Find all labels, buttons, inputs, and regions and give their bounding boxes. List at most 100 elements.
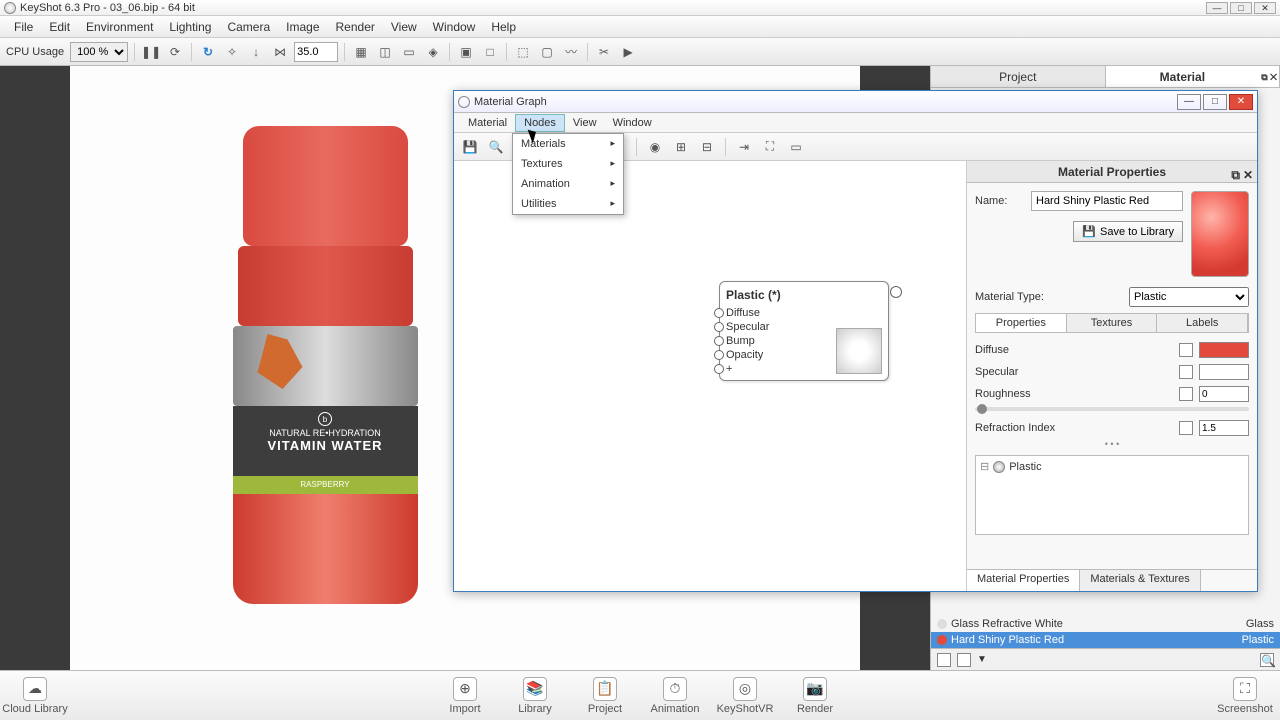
window-icon[interactable]: ▭ — [399, 42, 419, 62]
roughness-input[interactable] — [1199, 386, 1249, 402]
input-port[interactable] — [714, 336, 724, 346]
screenshot-button[interactable]: ⛶Screenshot — [1210, 677, 1280, 715]
input-port[interactable] — [714, 308, 724, 318]
material-graph-titlebar[interactable]: Material Graph — □ ✕ — [454, 91, 1257, 113]
material-graph-canvas[interactable]: Plastic (*) Diffuse Specular Bump Opacit… — [454, 161, 967, 591]
tab-materials-textures[interactable]: Materials & Textures — [1080, 570, 1200, 591]
keyshotvr-button[interactable]: ◎KeyShotVR — [710, 677, 780, 715]
mg-minimize-button[interactable]: — — [1177, 94, 1201, 110]
minimize-button[interactable]: — — [1206, 2, 1228, 14]
mg-close-button[interactable]: ✕ — [1229, 94, 1253, 110]
box-icon[interactable]: □ — [480, 42, 500, 62]
tree-item[interactable]: ⊟ Plastic — [980, 460, 1244, 473]
align-icon[interactable]: ⇥ — [734, 137, 754, 157]
fit-icon[interactable]: ⛶ — [760, 137, 780, 157]
zoom-icon[interactable]: ▭ — [786, 137, 806, 157]
dropdown-animation[interactable]: Animation▸ — [513, 174, 623, 194]
grid-view-icon[interactable] — [937, 653, 951, 667]
tab-material[interactable]: Material⧉ ✕ — [1106, 66, 1280, 87]
specular-color-swatch[interactable] — [1199, 364, 1249, 380]
maximize-button[interactable]: □ — [1230, 2, 1252, 14]
graph-icon[interactable]: ⊟ — [697, 137, 717, 157]
mg-maximize-button[interactable]: □ — [1203, 94, 1227, 110]
material-type-select[interactable]: Plastic — [1129, 287, 1249, 307]
crop-icon[interactable]: ✧ — [222, 42, 242, 62]
tab-material-properties[interactable]: Material Properties — [967, 570, 1080, 591]
menu-view[interactable]: View — [383, 18, 425, 36]
material-tree[interactable]: ⊟ Plastic — [975, 455, 1249, 535]
texture-icon[interactable] — [1179, 387, 1193, 401]
shuffle-icon[interactable]: ✂ — [594, 42, 614, 62]
project-button[interactable]: 📋Project — [570, 677, 640, 715]
cube-icon[interactable]: ◫ — [375, 42, 395, 62]
node-title: Plastic (*) — [726, 286, 882, 306]
settings-icon[interactable]: ◈ — [423, 42, 443, 62]
cpu-select[interactable]: 100 % — [70, 42, 128, 62]
input-port[interactable] — [714, 322, 724, 332]
tab-project[interactable]: Project — [931, 66, 1106, 87]
node-thumbnail — [836, 328, 882, 374]
mg-menu-window[interactable]: Window — [605, 115, 660, 131]
layers-icon[interactable]: ▣ — [456, 42, 476, 62]
diffuse-color-swatch[interactable] — [1199, 342, 1249, 358]
texture-icon[interactable] — [1179, 343, 1193, 357]
node-icon[interactable]: ◉ — [645, 137, 665, 157]
dropdown-textures[interactable]: Textures▸ — [513, 154, 623, 174]
menu-environment[interactable]: Environment — [78, 18, 161, 36]
pause-icon[interactable]: ❚❚ — [141, 42, 161, 62]
download-icon[interactable]: ↓ — [246, 42, 266, 62]
value-input[interactable] — [294, 42, 338, 62]
render-button[interactable]: 📷Render — [780, 677, 850, 715]
texture-icon[interactable] — [1179, 421, 1193, 435]
plastic-node[interactable]: Plastic (*) Diffuse Specular Bump Opacit… — [719, 281, 889, 381]
cpu-label: CPU Usage — [6, 46, 64, 58]
mg-menu-material[interactable]: Material — [460, 115, 515, 131]
mp-bottom-tabs: Material Properties Materials & Textures — [967, 569, 1257, 591]
menu-bar: File Edit Environment Lighting Camera Im… — [0, 16, 1280, 38]
reload-icon[interactable]: ↻ — [198, 42, 218, 62]
tab-textures[interactable]: Textures — [1067, 314, 1158, 332]
menu-image[interactable]: Image — [278, 18, 327, 36]
cloud-library-button[interactable]: ☁Cloud Library — [0, 677, 70, 715]
menu-edit[interactable]: Edit — [41, 18, 78, 36]
material-name-input[interactable] — [1031, 191, 1183, 211]
menu-render[interactable]: Render — [328, 18, 383, 36]
material-row[interactable]: Glass Refractive White Glass — [931, 616, 1280, 632]
import-button[interactable]: ⊕Import — [430, 677, 500, 715]
popout-icon[interactable]: ⧉ — [1231, 164, 1240, 186]
curve-icon[interactable]: 〰 — [561, 42, 581, 62]
link-icon[interactable]: ⋈ — [270, 42, 290, 62]
play-icon[interactable]: ▶ — [618, 42, 638, 62]
screen-icon[interactable]: ▢ — [537, 42, 557, 62]
mg-menu-view[interactable]: View — [565, 115, 605, 131]
menu-lighting[interactable]: Lighting — [161, 18, 219, 36]
search-icon[interactable]: 🔍 — [1260, 653, 1274, 667]
menu-window[interactable]: Window — [425, 18, 484, 36]
dropdown-utilities[interactable]: Utilities▸ — [513, 194, 623, 214]
animation-button[interactable]: ⏱Animation — [640, 677, 710, 715]
material-row[interactable]: Hard Shiny Plastic Red Plastic — [931, 632, 1280, 648]
input-port[interactable] — [714, 364, 724, 374]
popout-icon[interactable]: ⧉ ✕ — [1259, 66, 1279, 88]
library-button[interactable]: 📚Library — [500, 677, 570, 715]
tab-labels[interactable]: Labels — [1157, 314, 1248, 332]
nodes-icon[interactable]: ⊞ — [671, 137, 691, 157]
input-port[interactable] — [714, 350, 724, 360]
search-icon[interactable]: 🔍 — [486, 137, 506, 157]
refraction-input[interactable] — [1199, 420, 1249, 436]
menu-help[interactable]: Help — [483, 18, 524, 36]
grid-icon[interactable]: ▦ — [351, 42, 371, 62]
tab-properties[interactable]: Properties — [976, 314, 1067, 332]
close-button[interactable]: ✕ — [1254, 2, 1276, 14]
lock-icon[interactable]: ⬚ — [513, 42, 533, 62]
menu-file[interactable]: File — [6, 18, 41, 36]
menu-camera[interactable]: Camera — [219, 18, 278, 36]
output-port[interactable] — [890, 286, 902, 298]
close-icon[interactable]: ✕ — [1243, 164, 1253, 186]
save-to-library-button[interactable]: 💾 Save to Library — [1073, 221, 1183, 242]
roughness-slider[interactable] — [975, 407, 1249, 411]
refresh-icon[interactable]: ⟳ — [165, 42, 185, 62]
save-icon[interactable]: 💾 — [460, 137, 480, 157]
texture-icon[interactable] — [1179, 365, 1193, 379]
list-view-icon[interactable] — [957, 653, 971, 667]
